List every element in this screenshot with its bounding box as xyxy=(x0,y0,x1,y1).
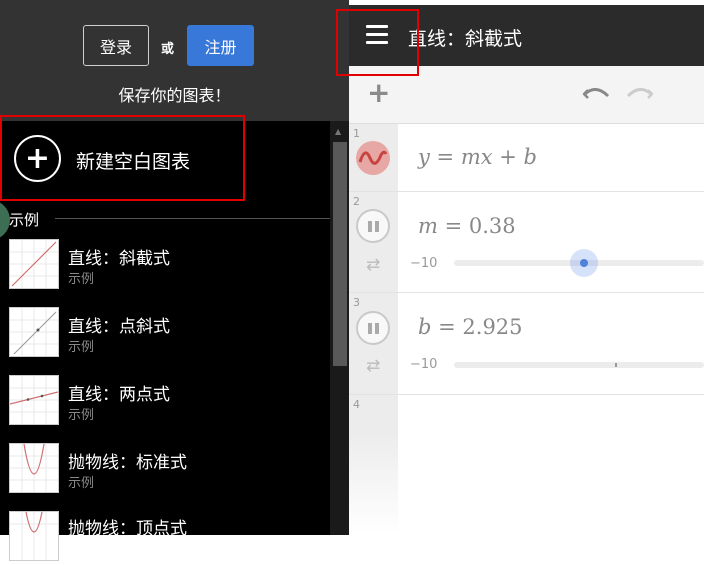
example-title[interactable]: 直线：点斜式 xyxy=(68,312,170,337)
example-thumbnail[interactable] xyxy=(9,443,59,493)
example-thumbnail[interactable] xyxy=(9,375,59,425)
graph-style-icon[interactable] xyxy=(355,140,391,176)
login-button[interactable]: 登录 xyxy=(83,25,149,66)
expression-input[interactable]: m = 0.38 xyxy=(418,214,516,238)
expression-number: 2 xyxy=(353,195,360,208)
example-subtitle: 示例 xyxy=(68,340,95,355)
scrollbar-thumb[interactable] xyxy=(333,142,347,366)
row-divider xyxy=(349,394,704,395)
expression-input[interactable]: y = mx + b xyxy=(418,145,537,169)
expression-input[interactable]: b = 2.925 xyxy=(418,315,523,339)
pause-icon[interactable] xyxy=(356,209,390,243)
loop-icon[interactable]: ⇄ xyxy=(366,358,380,375)
examples-header: 示例 xyxy=(9,211,40,229)
expression-list xyxy=(349,124,704,535)
scroll-up-arrow-icon[interactable]: ▲ xyxy=(335,127,341,136)
example-title[interactable]: 抛物线：标准式 xyxy=(68,448,187,473)
loop-icon[interactable]: ⇄ xyxy=(366,257,380,274)
example-thumbnail[interactable] xyxy=(9,511,59,561)
slider-position-tick[interactable] xyxy=(614,363,617,367)
add-expression-icon[interactable]: + xyxy=(367,79,390,107)
undo-icon[interactable] xyxy=(582,84,610,102)
new-graph-label[interactable]: 新建空白图表 xyxy=(76,147,190,174)
slider-min-label: −10 xyxy=(410,256,438,271)
app-header xyxy=(349,5,704,66)
example-thumbnail[interactable] xyxy=(9,307,59,357)
slider-handle[interactable] xyxy=(579,259,588,267)
row-divider xyxy=(349,191,704,192)
slider-min-label: −10 xyxy=(410,357,438,372)
or-label: 或 xyxy=(161,42,175,57)
example-title[interactable]: 直线：斜截式 xyxy=(68,244,170,269)
graph-title: 直线：斜截式 xyxy=(408,28,523,50)
plus-circle-icon[interactable]: + xyxy=(14,135,61,182)
expression-number: 3 xyxy=(353,296,360,309)
redo-icon[interactable] xyxy=(626,84,654,102)
example-title[interactable]: 直线：两点式 xyxy=(68,380,170,405)
example-subtitle: 示例 xyxy=(68,476,95,491)
expression-number: 4 xyxy=(353,398,360,411)
signup-button[interactable]: 注册 xyxy=(187,25,254,66)
hamburger-menu-icon[interactable] xyxy=(366,24,388,46)
save-prompt: 保存你的图表！ xyxy=(118,86,231,105)
expression-number: 1 xyxy=(353,127,360,140)
example-thumbnail[interactable] xyxy=(9,239,59,289)
example-title[interactable]: 抛物线：顶点式 xyxy=(68,514,187,539)
example-subtitle: 示例 xyxy=(68,272,95,287)
pause-icon[interactable] xyxy=(356,311,390,345)
slider-track[interactable] xyxy=(454,362,704,368)
row-divider xyxy=(349,292,704,293)
example-subtitle: 示例 xyxy=(68,408,95,423)
examples-divider xyxy=(55,218,330,219)
